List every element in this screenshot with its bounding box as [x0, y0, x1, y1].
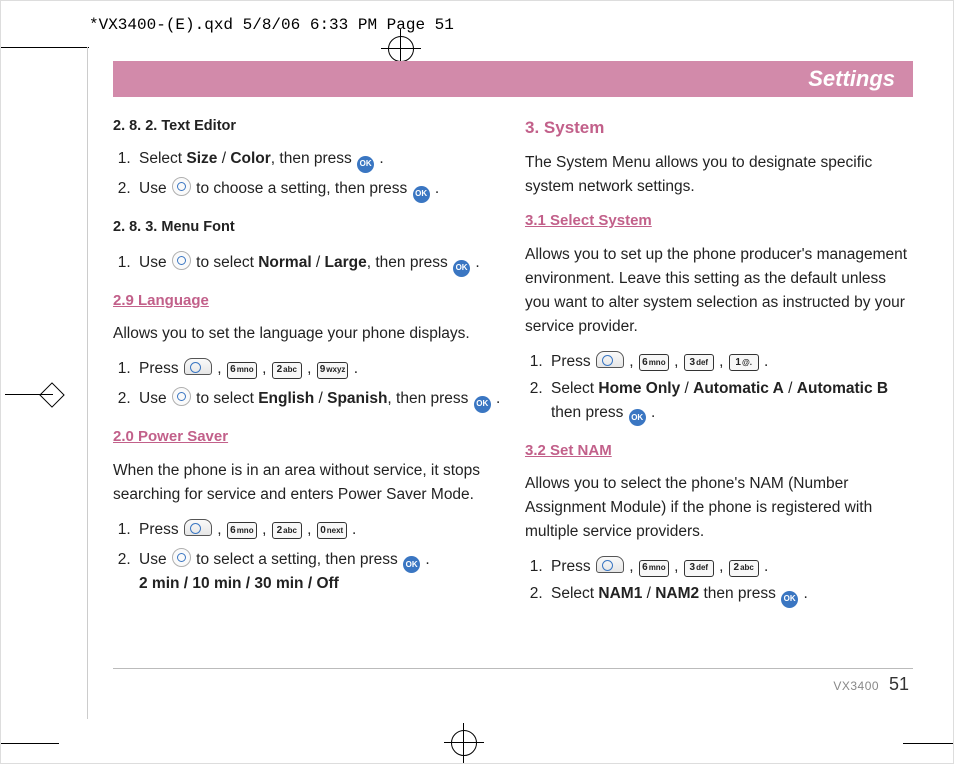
ok-icon: OK	[413, 186, 430, 203]
para-2-0: When the phone is in an area without ser…	[113, 459, 501, 507]
registration-mark-bottom	[444, 723, 484, 763]
menu-key-icon	[596, 556, 624, 573]
heading-2-0: 2.0 Power Saver	[113, 425, 501, 448]
nav-ring-icon	[172, 251, 191, 270]
key-2-icon: 2abc	[272, 522, 302, 539]
heading-3-1: 3.1 Select System	[525, 209, 913, 232]
ok-icon: OK	[357, 156, 374, 173]
list-item: Use to select Normal / Large, then press…	[135, 248, 501, 275]
para-3-1: Allows you to set up the phone producer'…	[525, 243, 913, 339]
list-2-8-2: Select Size / Color, then press OK . Use…	[113, 147, 501, 201]
list-item: Press , 6mno , 2abc , 0next .	[135, 517, 501, 542]
column-right: 3. System The System Menu allows you to …	[525, 111, 913, 620]
nav-ring-icon	[172, 387, 191, 406]
nav-ring-icon	[172, 177, 191, 196]
key-0-icon: 0next	[317, 522, 347, 539]
list-item: Press , 6mno , 2abc , 9wxyz .	[135, 356, 501, 381]
key-3-icon: 3def	[684, 354, 714, 371]
list-3-2: Press , 6mno , 3def , 2abc . Select NAM1…	[525, 554, 913, 606]
footer-rule	[113, 668, 913, 669]
heading-2-9: 2.9 Language	[113, 289, 501, 312]
list-item: Use to select English / Spanish, then pr…	[135, 384, 501, 411]
menu-key-icon	[596, 351, 624, 368]
menu-key-icon	[184, 519, 212, 536]
list-2-0: Press , 6mno , 2abc , 0next . Use to sel…	[113, 517, 501, 596]
heading-3: 3. System	[525, 115, 913, 141]
key-6-icon: 6mno	[639, 560, 669, 577]
key-6-icon: 6mno	[227, 522, 257, 539]
list-item: Press , 6mno , 3def , 1@. .	[547, 349, 913, 374]
list-item: Press , 6mno , 3def , 2abc .	[547, 554, 913, 579]
nav-ring-icon	[172, 548, 191, 567]
list-2-9: Press , 6mno , 2abc , 9wxyz . Use to sel…	[113, 356, 501, 411]
heading-2-8-2: 2. 8. 2. Text Editor	[113, 115, 501, 137]
footer-page-number: 51	[889, 674, 909, 694]
key-2-icon: 2abc	[272, 362, 302, 379]
section-title-bar: Settings	[113, 61, 913, 97]
heading-2-8-3: 2. 8. 3. Menu Font	[113, 216, 501, 238]
list-item: Select Size / Color, then press OK .	[135, 147, 501, 171]
page: Settings 2. 8. 2. Text Editor Select Siz…	[113, 61, 913, 703]
margin-rule	[87, 47, 88, 719]
key-9-icon: 9wxyz	[317, 362, 349, 379]
columns: 2. 8. 2. Text Editor Select Size / Color…	[113, 111, 913, 620]
menu-key-icon	[184, 358, 212, 375]
key-3-icon: 3def	[684, 560, 714, 577]
para-2-9: Allows you to set the language your phon…	[113, 322, 501, 346]
column-left: 2. 8. 2. Text Editor Select Size / Color…	[113, 111, 501, 620]
ok-icon: OK	[403, 556, 420, 573]
list-item: Select Home Only / Automatic A / Automat…	[547, 377, 913, 425]
crop-mark-left	[5, 371, 53, 419]
para-3-2: Allows you to select the phone's NAM (Nu…	[525, 472, 913, 544]
ok-icon: OK	[453, 260, 470, 277]
crop-mark	[1, 47, 89, 48]
section-title: Settings	[808, 66, 895, 92]
ok-icon: OK	[474, 396, 491, 413]
page-footer: VX3400 51	[833, 674, 909, 695]
list-item: Select NAM1 / NAM2 then press OK .	[547, 582, 913, 606]
ok-icon: OK	[629, 409, 646, 426]
list-item: Use to choose a setting, then press OK .	[135, 174, 501, 201]
heading-3-2: 3.2 Set NAM	[525, 439, 913, 462]
crop-bottom	[1, 723, 953, 763]
para-3: The System Menu allows you to designate …	[525, 151, 913, 199]
power-saver-options: 2 min / 10 min / 30 min / Off	[139, 575, 339, 592]
print-slug-bar: *VX3400-(E).qxd 5/8/06 6:33 PM Page 51	[1, 1, 953, 49]
key-6-icon: 6mno	[227, 362, 257, 379]
list-3-1: Press , 6mno , 3def , 1@. . Select Home …	[525, 349, 913, 425]
key-2-icon: 2abc	[729, 560, 759, 577]
footer-model: VX3400	[833, 679, 879, 693]
list-item: Use to select a setting, then press OK .…	[135, 545, 501, 596]
ok-icon: OK	[781, 591, 798, 608]
key-1-icon: 1@.	[729, 354, 759, 371]
list-2-8-3: Use to select Normal / Large, then press…	[113, 248, 501, 275]
key-6-icon: 6mno	[639, 354, 669, 371]
